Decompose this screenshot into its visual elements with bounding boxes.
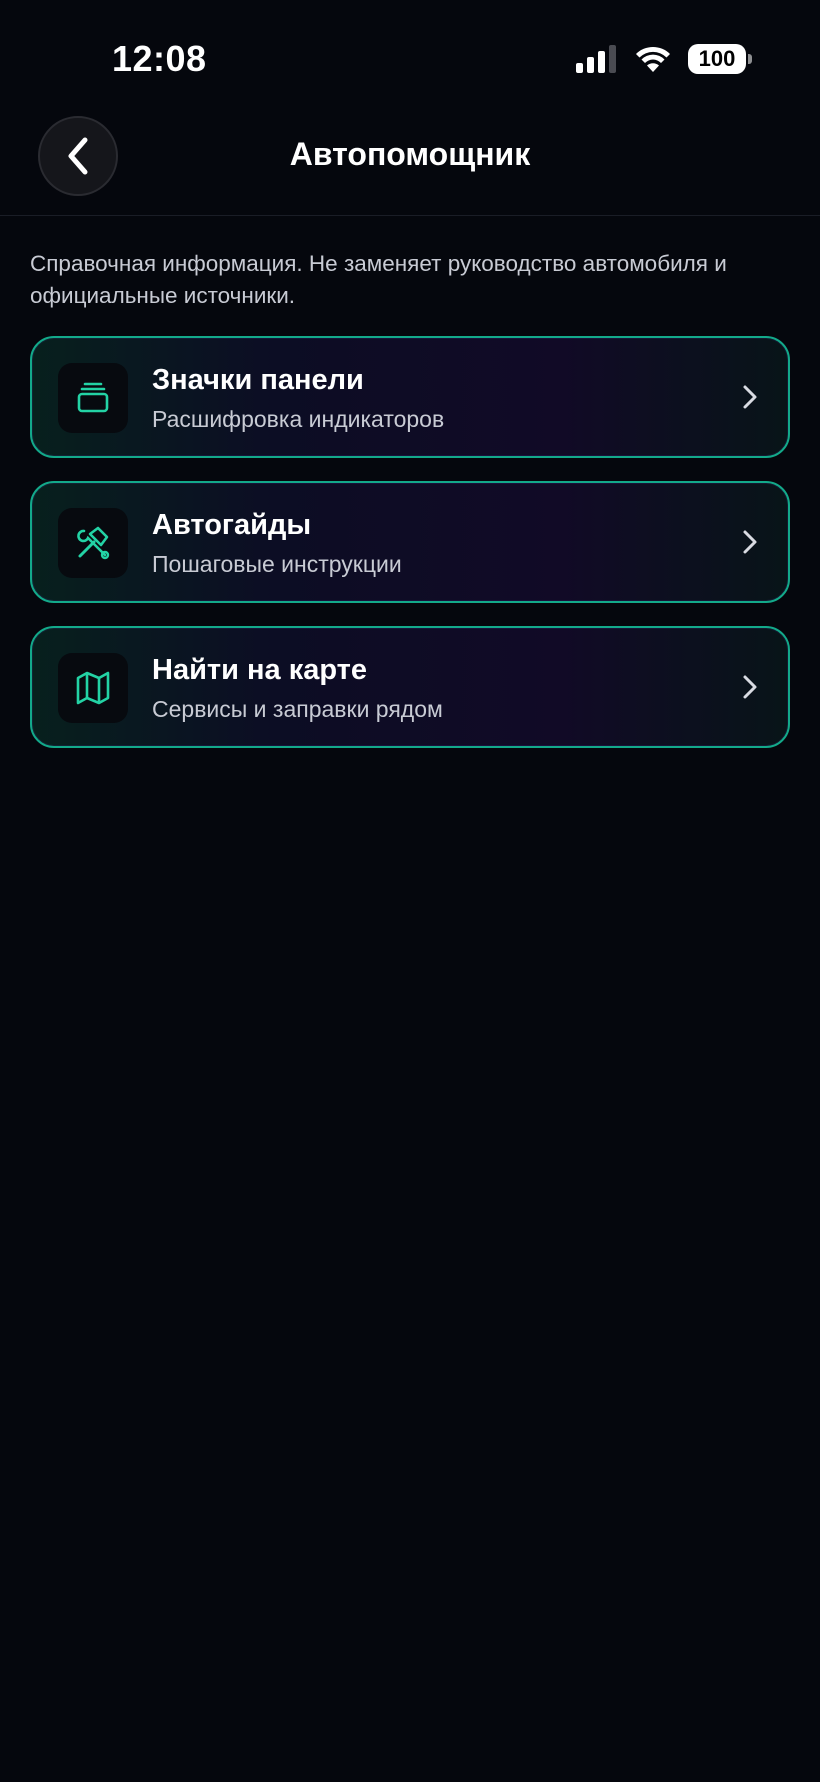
card-find-on-map[interactable]: Найти на карте Сервисы и заправки рядом [30,626,790,748]
card-title: Автогайды [152,509,312,541]
card-icon-container [58,653,128,723]
battery-indicator: 100 [688,44,752,74]
card-icon-container [58,508,128,578]
card-subtitle: Сервисы и заправки рядом [152,696,443,722]
cellular-signal-icon [576,45,616,73]
app-screen: 12:08 100 Автопомощник Справочная информ… [0,0,820,1782]
disclaimer-text: Справочная информация. Не заменяет руков… [30,251,727,308]
chevron-right-icon [743,530,757,554]
card-dashboard-icons[interactable]: Значки панели Расшифровка индикаторов [30,336,790,458]
battery-level: 100 [698,46,736,71]
card-subtitle: Пошаговые инструкции [152,551,402,577]
page-title: Автопомощник [289,136,531,172]
status-time: 12:08 [112,38,207,79]
card-autoguides[interactable]: Автогайды Пошаговые инструкции [30,481,790,603]
wifi-icon [636,46,670,72]
tools-icon [77,526,110,560]
status-icons: 100 [576,44,752,74]
map-icon [76,671,110,705]
card-subtitle: Расшифровка индикаторов [152,406,445,432]
card-title: Найти на карте [152,654,367,686]
status-bar: 12:08 100 [0,0,820,110]
card-icon-container [58,363,128,433]
chevron-right-icon [743,385,757,409]
chevron-right-icon [743,675,757,699]
header: Автопомощник [0,110,820,216]
card-title: Значки панели [152,364,364,396]
dashboard-icon [77,382,109,413]
